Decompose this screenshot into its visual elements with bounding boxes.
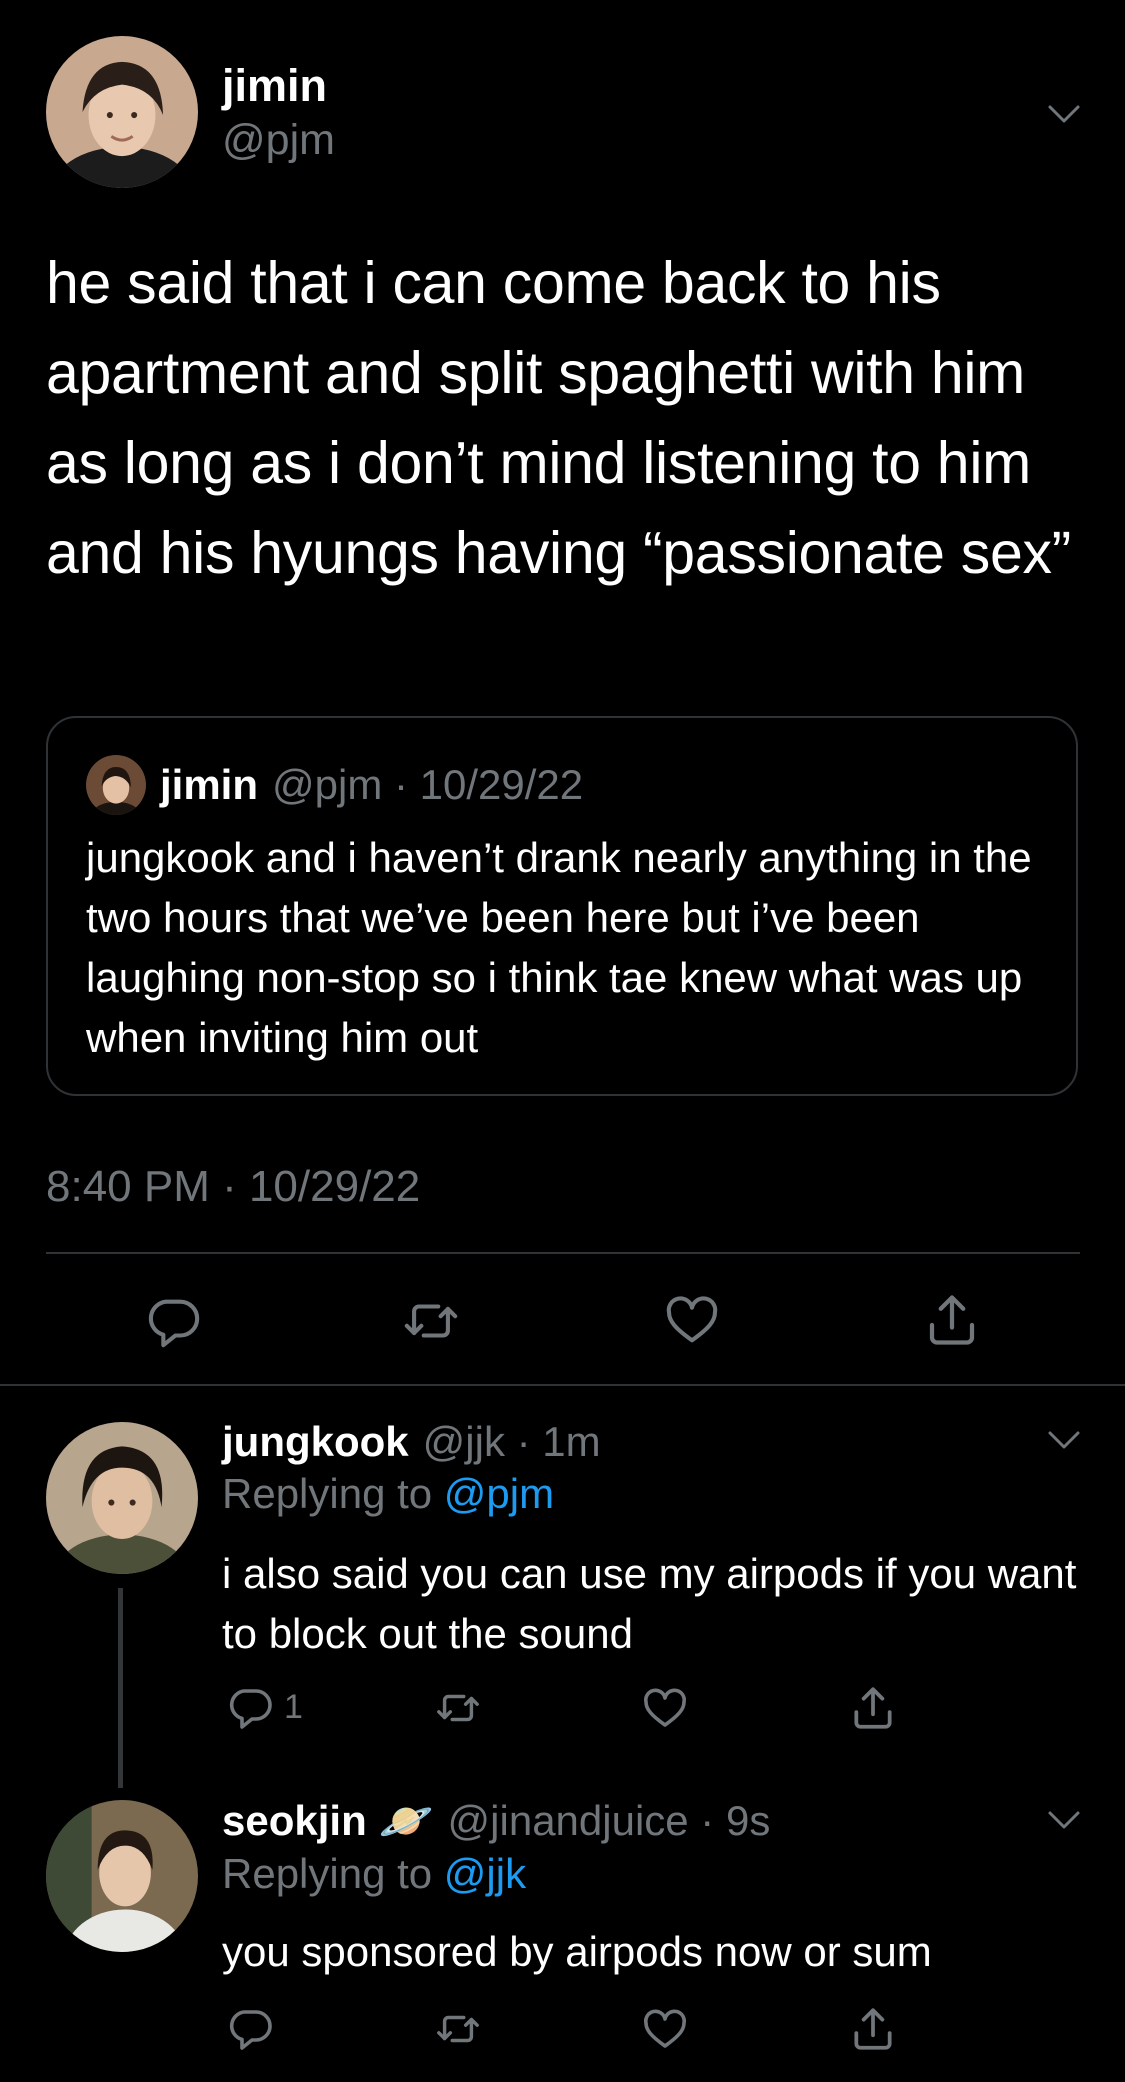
avatar-seokjin[interactable] — [46, 1800, 198, 1952]
reply-text: you sponsored by airpods now or sum — [222, 1928, 932, 1975]
replying-to-label: Replying to — [222, 1470, 444, 1517]
reply-icon — [229, 2010, 272, 2050]
quoted-author-name: jimin — [160, 761, 259, 808]
chevron-down-icon[interactable] — [1044, 1800, 1084, 1840]
quoted-tweet-card[interactable]: jimin @pjm · 10/29/22 jungkook and i hav… — [46, 716, 1078, 1096]
reply-handle-time[interactable]: @jjk · 1m — [423, 1418, 601, 1466]
like-button[interactable] — [662, 1292, 722, 1350]
thread-connector — [118, 1588, 123, 1788]
retweet-icon — [404, 1304, 458, 1338]
share-icon — [854, 2008, 892, 2050]
like-icon — [644, 2009, 686, 2048]
reply-header: jungkook @jjk · 1m — [222, 1410, 601, 1474]
reply-count: 1 — [284, 1687, 303, 1726]
like-icon — [666, 1296, 718, 1343]
reply-button[interactable] — [226, 2004, 274, 2052]
quoted-tweet-header: jimin @pjm · 10/29/22 — [86, 753, 583, 817]
tweet-timestamp[interactable]: 8:40 PM · 10/29/22 — [46, 1162, 420, 1212]
share-button[interactable] — [848, 1683, 898, 1733]
reply-author-name[interactable]: jungkook — [222, 1418, 409, 1466]
reply-icon — [229, 1689, 272, 1729]
planet-emoji-icon: 🪐 — [378, 1797, 434, 1846]
avatar-jungkook[interactable] — [46, 1422, 198, 1574]
reply-header: seokjin 🪐 @jinandjuice · 9s — [222, 1788, 770, 1854]
replying-to: Replying to @pjm — [222, 1470, 554, 1518]
replying-to-label: Replying to — [222, 1850, 444, 1897]
like-button[interactable] — [640, 1685, 690, 1733]
replying-to: Replying to @jjk — [222, 1850, 526, 1898]
retweet-button[interactable] — [432, 2006, 484, 2052]
author-handle[interactable]: @pjm — [222, 116, 335, 165]
retweet-icon — [437, 1694, 479, 1722]
retweet-button[interactable] — [432, 1685, 484, 1731]
quoted-tweet-text: jungkook and i haven’t drank nearly anyt… — [86, 834, 1032, 1061]
divider — [46, 1252, 1080, 1254]
like-icon — [644, 1688, 686, 1727]
reply-handle-time[interactable]: @jinandjuice · 9s — [448, 1797, 771, 1845]
avatar-jimin[interactable] — [46, 36, 198, 188]
quoted-handle-time: @pjm · 10/29/22 — [272, 761, 584, 808]
replying-to-handle[interactable]: @jjk — [444, 1850, 526, 1897]
like-button[interactable] — [640, 2006, 690, 2054]
reply-button[interactable] — [144, 1292, 202, 1350]
chevron-down-icon[interactable] — [1044, 94, 1084, 134]
retweet-icon — [437, 2015, 479, 2043]
share-button[interactable] — [922, 1290, 982, 1350]
reply-icon — [148, 1299, 200, 1348]
retweet-button[interactable] — [400, 1292, 462, 1350]
reply-text: i also said you can use my airpods if yo… — [222, 1550, 1077, 1657]
author-name[interactable]: jimin — [222, 60, 327, 112]
share-icon — [854, 1687, 892, 1729]
avatar-jimin-small — [86, 755, 146, 815]
chevron-down-icon[interactable] — [1044, 1420, 1084, 1460]
tweet-text: he said that i can come back to his apar… — [46, 250, 1072, 586]
share-button[interactable] — [848, 2004, 898, 2054]
share-icon — [929, 1295, 975, 1345]
reply-author-name[interactable]: seokjin — [222, 1797, 367, 1845]
replying-to-handle[interactable]: @pjm — [444, 1470, 554, 1517]
reply-button[interactable]: 1 — [226, 1683, 303, 1731]
section-divider — [0, 1384, 1125, 1386]
